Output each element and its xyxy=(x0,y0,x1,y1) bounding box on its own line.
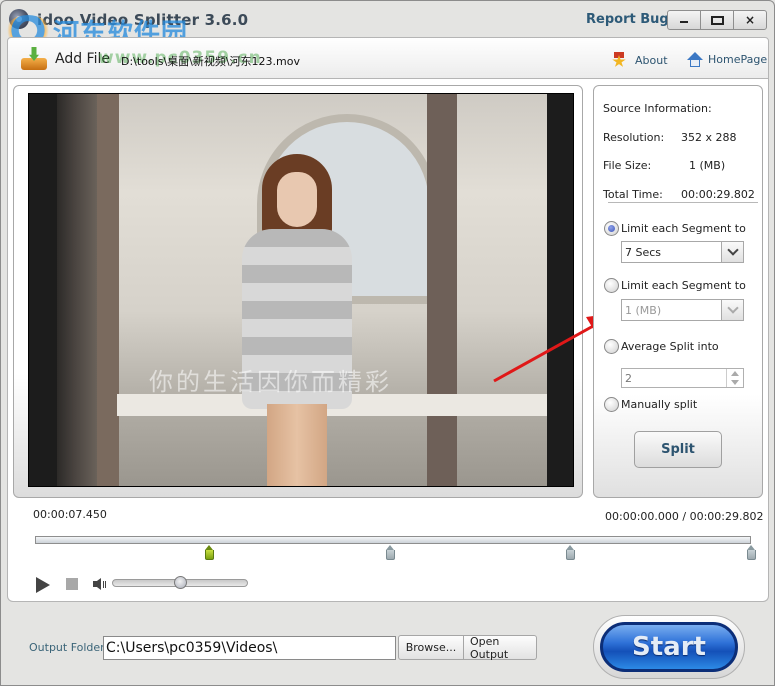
add-file-icon[interactable] xyxy=(21,47,47,71)
option-average-split-label: Average Split into xyxy=(621,340,719,353)
report-bugs-link[interactable]: Report Bugs xyxy=(586,12,676,27)
browse-button[interactable]: Browse... xyxy=(398,635,464,660)
radio-limit-time[interactable] xyxy=(604,221,619,236)
stepper-down-icon[interactable] xyxy=(731,380,739,385)
add-file-button[interactable]: Add File xyxy=(55,51,110,67)
home-icon xyxy=(687,52,703,67)
start-button[interactable]: Start xyxy=(593,615,745,679)
homepage-label: HomePage xyxy=(708,53,768,66)
split-count-value: 2 xyxy=(625,372,632,385)
chevron-down-icon[interactable] xyxy=(721,242,743,262)
settings-panel: Source Information: Resolution: 352 x 28… xyxy=(593,85,763,498)
option-limit-time-label: Limit each Segment to xyxy=(621,222,746,235)
option-manual-split[interactable]: Manually split xyxy=(604,397,697,412)
about-link[interactable]: About xyxy=(612,52,668,68)
video-subtitle: 你的生活因你而精彩 xyxy=(149,368,392,396)
file-size-label: File Size: xyxy=(603,159,652,172)
maximize-icon xyxy=(710,15,724,25)
minimize-button[interactable] xyxy=(667,10,701,30)
timeline-track[interactable] xyxy=(35,536,751,544)
stop-icon[interactable] xyxy=(66,578,78,590)
video-preview-panel: 你的生活因你而精彩 xyxy=(13,85,583,498)
video-frame[interactable]: 你的生活因你而精彩 xyxy=(28,93,574,487)
split-marker[interactable] xyxy=(205,545,214,560)
toolbar: Add File www.pc0359.cn D:\tools\桌面\新视频\河… xyxy=(7,37,769,79)
close-button[interactable]: × xyxy=(733,10,767,30)
loaded-file-path: D:\tools\桌面\新视频\河东123.mov xyxy=(121,55,301,68)
output-folder-label: Output Folder: xyxy=(29,641,109,654)
title-bar: idoo Video Splitter 3.6.0 河东软件园 Report B… xyxy=(1,1,774,49)
play-icon[interactable] xyxy=(36,577,50,593)
app-title: idoo Video Splitter 3.6.0 xyxy=(37,11,249,29)
radio-manual-split[interactable] xyxy=(604,397,619,412)
minimize-icon xyxy=(680,21,688,23)
homepage-link[interactable]: HomePage xyxy=(687,52,767,67)
option-limit-size-label: Limit each Segment to xyxy=(621,279,746,292)
start-button-label: Start xyxy=(600,622,738,672)
window-controls: × xyxy=(667,10,767,30)
current-time: 00:00:07.450 xyxy=(33,508,107,521)
position-range: 00:00:00.000 / 00:00:29.802 xyxy=(605,510,764,523)
volume-slider-thumb[interactable] xyxy=(174,576,187,589)
stepper-up-icon[interactable] xyxy=(731,371,739,376)
app-window: idoo Video Splitter 3.6.0 河东软件园 Report B… xyxy=(0,0,775,686)
total-time-label: Total Time: xyxy=(603,188,663,201)
main-area: 你的生活因你而精彩 Source Information: Resolution… xyxy=(7,79,769,602)
radio-average-split[interactable] xyxy=(604,339,619,354)
source-info-heading: Source Information: xyxy=(603,102,712,115)
resolution-value: 352 x 288 xyxy=(681,131,737,144)
volume-icon[interactable] xyxy=(93,578,107,590)
resolution-label: Resolution: xyxy=(603,131,665,144)
video-scene xyxy=(57,94,547,486)
option-average-split[interactable]: Average Split into xyxy=(604,339,719,354)
segment-duration-select[interactable]: 7 Secs xyxy=(621,241,744,263)
split-marker[interactable] xyxy=(385,545,395,560)
segment-size-select[interactable]: 1 (MB) xyxy=(621,299,744,321)
option-limit-size[interactable]: Limit each Segment to xyxy=(604,278,746,293)
divider xyxy=(608,202,758,203)
split-count-stepper[interactable]: 2 xyxy=(621,368,744,388)
about-label: About xyxy=(635,53,668,67)
close-icon: × xyxy=(744,13,756,27)
total-time-value: 00:00:29.802 xyxy=(681,188,755,201)
segment-duration-value: 7 Secs xyxy=(625,246,662,259)
chevron-down-icon[interactable] xyxy=(721,300,743,320)
maximize-button[interactable] xyxy=(700,10,734,30)
open-output-button[interactable]: Open Output xyxy=(464,635,537,661)
split-marker[interactable] xyxy=(747,545,756,560)
option-limit-time[interactable]: Limit each Segment to xyxy=(604,221,746,236)
film-reel-icon xyxy=(9,9,29,29)
split-marker[interactable] xyxy=(566,545,576,560)
award-star-icon xyxy=(612,52,626,68)
file-size-value: 1 (MB) xyxy=(689,159,726,172)
radio-limit-size[interactable] xyxy=(604,278,619,293)
output-buttons: Browse... Open Output xyxy=(398,635,537,661)
split-button[interactable]: Split xyxy=(634,431,722,468)
segment-size-value: 1 (MB) xyxy=(625,304,662,317)
option-manual-split-label: Manually split xyxy=(621,398,698,411)
output-folder-input[interactable] xyxy=(103,636,396,660)
